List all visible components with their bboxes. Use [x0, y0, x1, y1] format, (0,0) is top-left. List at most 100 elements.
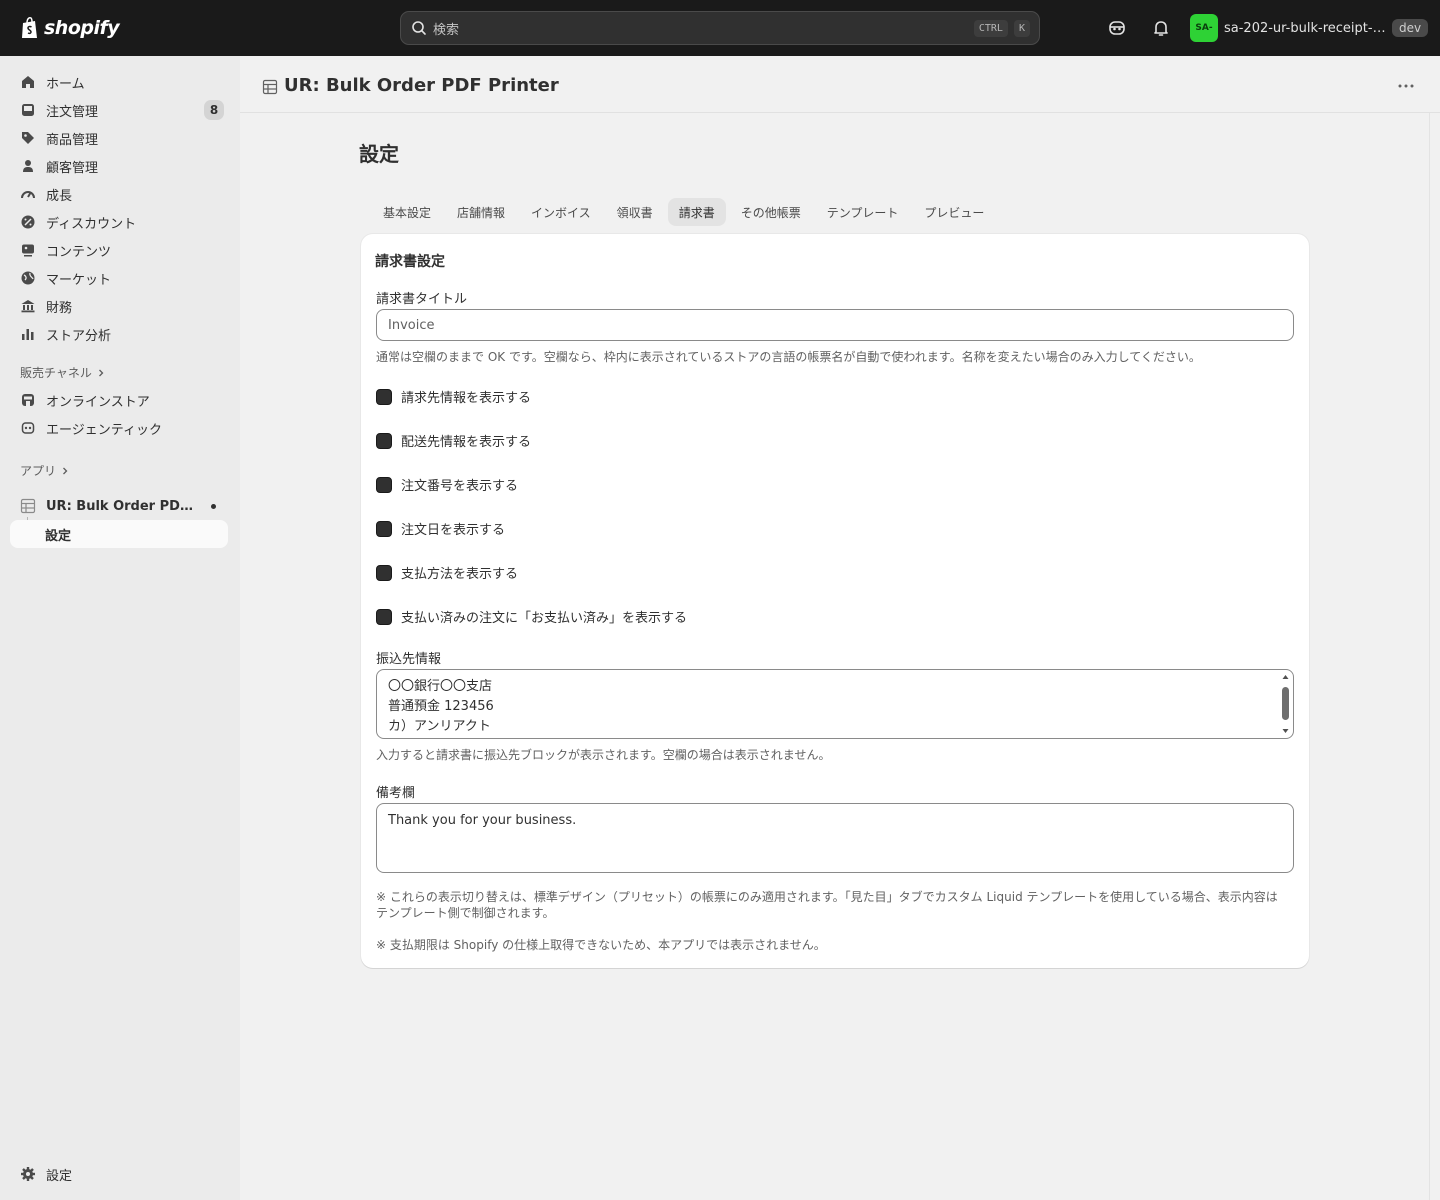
textarea-scrollbar[interactable] — [1281, 674, 1290, 734]
gauge-icon — [21, 191, 35, 199]
checkbox-payment-method[interactable]: 支払方法を表示する — [376, 563, 518, 582]
checkbox-label: 支払方法を表示する — [401, 567, 519, 582]
search-bar[interactable]: 検索 CTRL K — [400, 11, 1040, 45]
checkbox-label: 支払い済みの注文に「お支払い済み」を表示する — [401, 611, 688, 626]
store-menu-button[interactable]: SA- sa-202-ur-bulk-receipt-app dev — [1190, 14, 1429, 42]
preset-note: ※ これらの表示切り替えは、標準デザイン（プリセット）の帳票にのみ適用されます。… — [376, 890, 1278, 920]
page-title: 設定 — [359, 142, 399, 166]
invoice-title-input[interactable] — [376, 309, 1294, 341]
sidebar-item-label: エージェンティック — [46, 422, 162, 438]
checkbox-box[interactable] — [376, 520, 392, 537]
tag-icon — [22, 132, 34, 144]
invoice-title-help: 通常は空欄のままで OK です。空欄なら、枠内に表示されているストアの言語の帳票… — [376, 350, 1201, 364]
checkbox-box[interactable] — [376, 564, 392, 581]
tab-receipt[interactable]: 領収書 — [606, 198, 664, 226]
sidebar-item-analytics[interactable]: ストア分析 — [10, 320, 228, 348]
sidebar-item-label: 設定 — [46, 1168, 73, 1184]
gear-icon — [21, 1167, 35, 1181]
checkbox-billing-info[interactable]: 請求先情報を表示する — [376, 387, 531, 406]
sidebar-item-markets[interactable]: マーケット — [10, 264, 228, 292]
globe-icon — [21, 271, 35, 285]
sidebar-item-customers[interactable]: 顧客管理 — [10, 152, 228, 180]
sidebar-item-label: 顧客管理 — [46, 160, 99, 176]
orders-count-badge: 8 — [204, 100, 224, 120]
search-placeholder: 検索 — [433, 22, 460, 38]
bar-chart-icon — [22, 329, 34, 340]
shopify-bag-icon — [22, 17, 37, 38]
more-horizontal-icon[interactable] — [1396, 76, 1416, 96]
sidekick-icon[interactable] — [1107, 18, 1127, 38]
settings-tabs: 基本設定 店舗情報 インボイス 領収書 請求書 その他帳票 テンプレート プレビ… — [372, 198, 995, 226]
sidebar-item-label: ホーム — [46, 76, 85, 92]
checkbox-box[interactable] — [376, 476, 392, 493]
sidebar-app-name: UR: Bulk Order PDF Printer — [46, 498, 196, 514]
bank-info-textarea[interactable]: 〇〇銀行〇〇支店 普通預金 123456 カ）アンリアクト — [376, 669, 1294, 739]
textarea-line: Thank you for your business. — [388, 813, 577, 828]
sidebar-item-content[interactable]: コンテンツ — [10, 236, 228, 264]
store-name: sa-202-ur-bulk-receipt-app — [1224, 20, 1386, 36]
shortcut-ctrl: CTRL — [973, 19, 1008, 37]
tab-basic[interactable]: 基本設定 — [372, 198, 442, 226]
checkbox-order-number[interactable]: 注文番号を表示する — [376, 475, 518, 494]
tab-template[interactable]: テンプレート — [816, 198, 910, 226]
sidebar-item-label: ディスカウント — [46, 216, 137, 232]
textarea-line: カ）アンリアクト — [388, 719, 491, 734]
robot-icon — [21, 422, 35, 434]
sidebar-item-growth[interactable]: 成長 — [10, 180, 228, 208]
sidebar-item-home[interactable]: ホーム — [10, 68, 228, 96]
sidebar-item-orders[interactable]: 注文管理 8 — [10, 96, 228, 124]
sales-channels-section[interactable]: 販売チャネル — [20, 364, 106, 381]
dev-badge: dev — [1392, 19, 1429, 37]
table-icon — [20, 498, 36, 514]
checkbox-box[interactable] — [376, 608, 392, 625]
discount-icon — [21, 215, 35, 229]
bell-icon[interactable] — [1151, 18, 1171, 38]
chevron-right-icon — [63, 467, 68, 474]
shopify-logo[interactable]: shopify — [20, 14, 120, 42]
sidebar-item-app-settings[interactable]: 設定 — [10, 520, 228, 548]
sidebar-item-finance[interactable]: 財務 — [10, 292, 228, 320]
checkbox-shipping-info[interactable]: 配送先情報を表示する — [376, 431, 531, 450]
remarks-textarea[interactable]: Thank you for your business. — [376, 803, 1294, 873]
sidebar-item-agentic[interactable]: エージェンティック — [10, 414, 228, 442]
sidebar-item-settings[interactable]: 設定 — [10, 1160, 228, 1188]
store-avatar: SA- — [1190, 14, 1218, 42]
checkbox-label: 注文日を表示する — [401, 523, 506, 538]
sidebar-item-online-store[interactable]: オンラインストア — [10, 386, 228, 414]
sidebar-item-label: コンテンツ — [46, 244, 112, 260]
apps-section[interactable]: アプリ — [20, 462, 70, 479]
app-header: UR: Bulk Order PDF Printer — [240, 56, 1440, 113]
checkbox-order-date[interactable]: 注文日を表示する — [376, 519, 505, 538]
sidebar-item-label: オンラインストア — [46, 394, 150, 410]
bank-info-label: 振込先情報 — [376, 652, 442, 667]
checkbox-label: 請求先情報を表示する — [401, 391, 532, 406]
sidebar-item-label: 商品管理 — [46, 132, 99, 148]
home-icon — [22, 76, 34, 88]
tab-other-forms[interactable]: その他帳票 — [730, 198, 812, 226]
store-icon — [22, 394, 34, 406]
content-icon — [22, 244, 34, 257]
checkbox-box[interactable] — [376, 388, 392, 405]
tab-store-info[interactable]: 店舗情報 — [446, 198, 516, 226]
sidebar-item-label: 注文管理 — [46, 104, 99, 120]
apps-label: アプリ — [20, 464, 57, 478]
inbox-icon — [22, 104, 34, 116]
tab-invoice-tax[interactable]: インボイス — [520, 198, 602, 226]
chevron-right-icon — [98, 369, 104, 376]
tab-preview[interactable]: プレビュー — [913, 198, 995, 226]
checkbox-box[interactable] — [376, 432, 392, 449]
sidebar-item-app[interactable]: UR: Bulk Order PDF Printer — [10, 492, 228, 520]
search-icon — [412, 21, 426, 35]
textarea-line: 〇〇銀行〇〇支店 — [388, 679, 493, 694]
checkbox-paid-stamp[interactable]: 支払い済みの注文に「お支払い済み」を表示する — [376, 607, 687, 626]
sidebar-item-discounts[interactable]: ディスカウント — [10, 208, 228, 236]
sidebar-item-label: 設定 — [45, 528, 72, 544]
remarks-label: 備考欄 — [376, 786, 416, 801]
table-icon — [262, 79, 278, 95]
tab-bill[interactable]: 請求書 — [667, 198, 726, 226]
textarea-line: 普通預金 123456 — [388, 699, 494, 714]
due-date-note: ※ 支払期限は Shopify の仕様上取得できないため、本アプリでは表示されま… — [376, 938, 826, 952]
sidebar-item-products[interactable]: 商品管理 — [10, 124, 228, 152]
bill-settings-card: 請求書設定 請求書タイトル 通常は空欄のままで OK です。空欄なら、枠内に表示… — [361, 234, 1309, 968]
sidebar-item-label: ストア分析 — [46, 328, 112, 344]
